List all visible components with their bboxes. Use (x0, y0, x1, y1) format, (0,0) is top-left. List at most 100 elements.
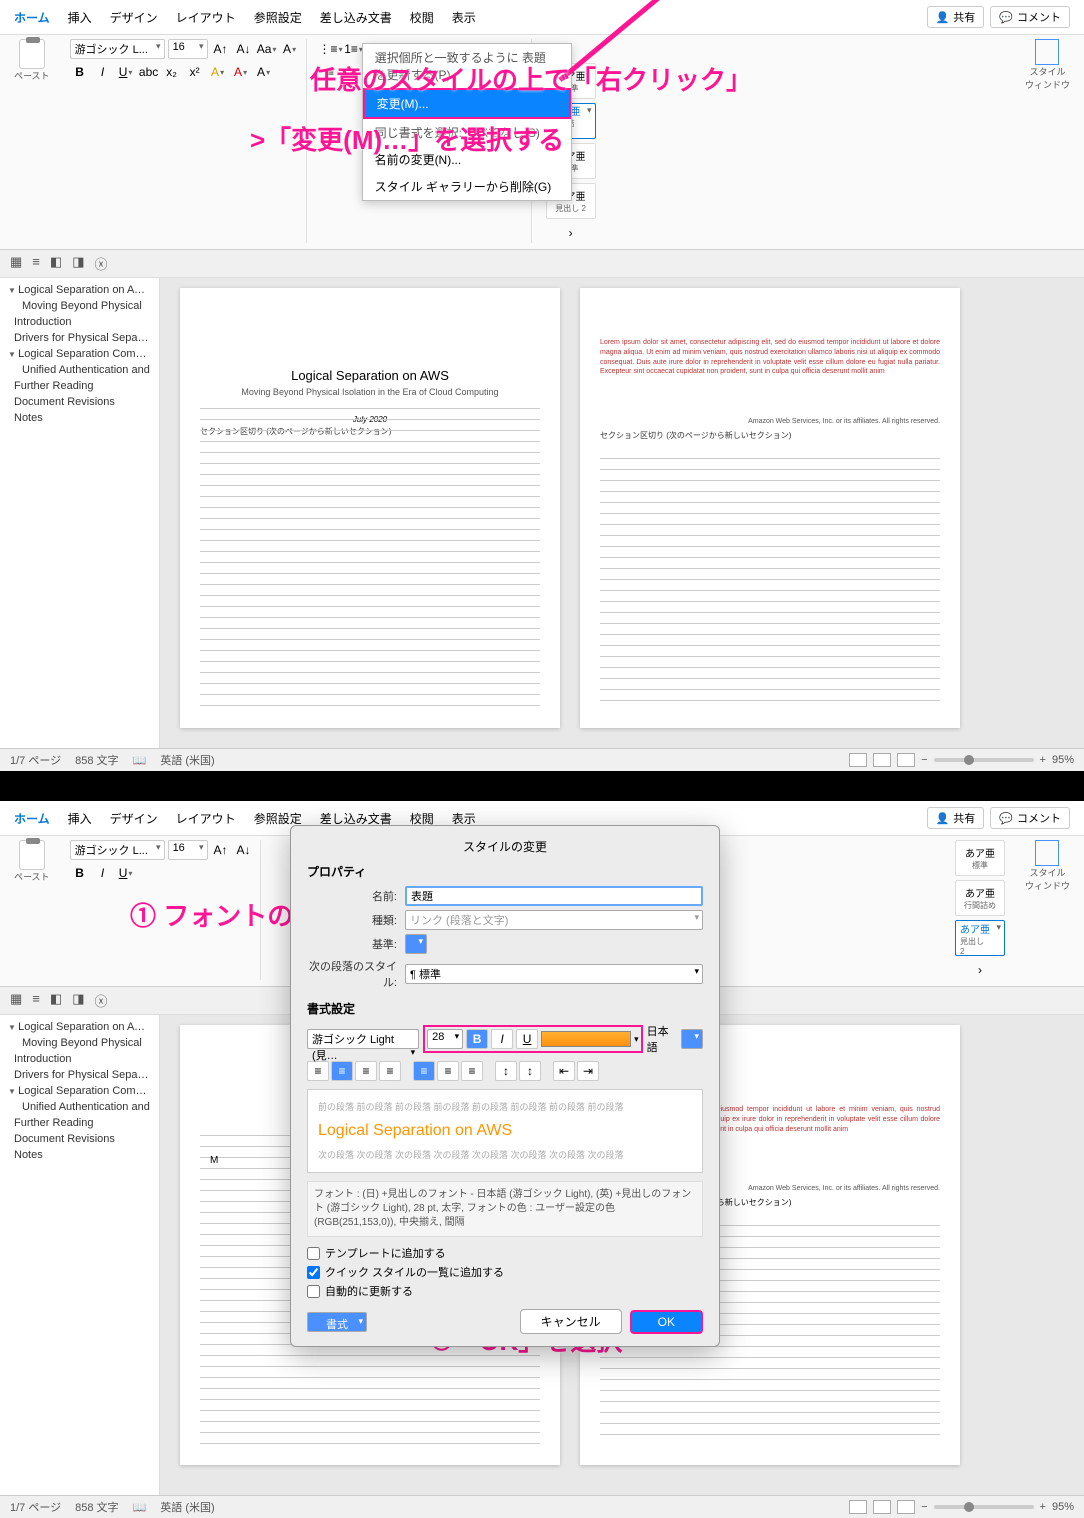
italic-button[interactable]: I (93, 863, 113, 883)
spellcheck-icon[interactable]: 📖 (133, 1501, 147, 1514)
dlg-color-select[interactable] (541, 1031, 631, 1047)
close-nav-icon[interactable]: ⓧ (94, 254, 107, 273)
dlg-bold-button[interactable]: B (466, 1029, 488, 1049)
italic-button[interactable]: I (93, 62, 113, 82)
next-select[interactable]: ¶ 標準 (405, 964, 703, 984)
strike-button[interactable]: abc (139, 62, 159, 82)
highlight-button[interactable]: A (208, 62, 228, 82)
thumbnail-icon[interactable]: ▦ (10, 254, 22, 273)
toc-item[interactable]: Further Reading (0, 378, 159, 394)
toc-item[interactable]: Unified Authentication and (0, 362, 159, 378)
language[interactable]: 英語 (米国) (160, 1499, 214, 1515)
word-count[interactable]: 858 文字 (75, 752, 118, 768)
ok-button[interactable]: OK (630, 1310, 703, 1334)
menu-review[interactable]: 校閲 (410, 9, 434, 26)
format-dropdown[interactable]: 書式 (307, 1312, 367, 1332)
menu-design[interactable]: デザイン (110, 9, 158, 26)
web-layout-icon[interactable] (897, 753, 915, 767)
toc-item[interactable]: Logical Separation on AWS (0, 1019, 159, 1035)
toc-item[interactable]: Drivers for Physical Separation (0, 330, 159, 346)
indent-dec[interactable]: ⇤ (553, 1061, 575, 1081)
toc-item[interactable]: Logical Separation Compared to (0, 1083, 159, 1099)
style-item[interactable]: あア亜見出し 2 (955, 920, 1005, 956)
font-select[interactable]: 游ゴシック L... (70, 840, 165, 860)
outline-icon[interactable]: ≡ (32, 991, 40, 1010)
toc-item[interactable]: Introduction (0, 314, 159, 330)
zoom-level[interactable]: 95% (1052, 754, 1074, 766)
share-button[interactable]: 👤共有 (927, 807, 985, 829)
zoom-in[interactable]: + (1040, 1501, 1046, 1513)
spacing-2[interactable]: ≡ (437, 1061, 459, 1081)
zoom-in[interactable]: + (1040, 754, 1046, 766)
superscript-button[interactable]: x² (185, 62, 205, 82)
word-count[interactable]: 858 文字 (75, 1499, 118, 1515)
dlg-font-select[interactable]: 游ゴシック Light (見… (307, 1029, 419, 1049)
menu-layout[interactable]: レイアウト (176, 810, 236, 827)
web-layout-icon[interactable] (897, 1500, 915, 1514)
clear-format-icon[interactable]: A (280, 39, 300, 59)
menu-view[interactable]: 表示 (452, 810, 476, 827)
dlg-underline-button[interactable]: U (516, 1029, 538, 1049)
share-button[interactable]: 👤共有 (927, 6, 985, 28)
toc-item[interactable]: Further Reading (0, 1115, 159, 1131)
toc-item[interactable]: Logical Separation Compared to (0, 346, 159, 362)
menu-view[interactable]: 表示 (452, 9, 476, 26)
style-pane-button[interactable]: スタイル ウィンドウ (1019, 39, 1076, 243)
nav-icon-3[interactable]: ◧ (50, 991, 62, 1010)
subscript-button[interactable]: x₂ (162, 62, 182, 82)
spacing-3[interactable]: ≡ (461, 1061, 483, 1081)
align-j[interactable]: ≡ (379, 1061, 401, 1081)
align-r[interactable]: ≡ (355, 1061, 377, 1081)
ctx-remove[interactable]: スタイル ギャラリーから削除(G) (363, 173, 571, 200)
change-case-icon[interactable]: Aa (257, 39, 277, 59)
name-input[interactable] (405, 886, 703, 906)
menu-mail[interactable]: 差し込み文書 (320, 810, 392, 827)
comment-button[interactable]: 💬コメント (990, 6, 1070, 28)
align-l[interactable]: ≡ (307, 1061, 329, 1081)
toc-item[interactable]: Logical Separation on AWS (0, 282, 159, 298)
menu-ref[interactable]: 参照設定 (254, 810, 302, 827)
menu-ref[interactable]: 参照設定 (254, 9, 302, 26)
paste-button[interactable]: ペースト (8, 39, 56, 243)
size-select[interactable]: 16 (168, 39, 208, 59)
outline-icon[interactable]: ≡ (32, 254, 40, 273)
size-select[interactable]: 16 (168, 840, 208, 860)
zoom-level[interactable]: 95% (1052, 1501, 1074, 1513)
grow-font-icon[interactable]: A↑ (211, 840, 231, 860)
numbering-button[interactable]: 1≡ (344, 39, 364, 59)
chk-auto[interactable]: 自動的に更新する (307, 1283, 703, 1299)
shrink-font-icon[interactable]: A↓ (234, 840, 254, 860)
menu-home[interactable]: ホーム (14, 810, 50, 827)
zoom-out[interactable]: − (921, 1501, 927, 1513)
menu-insert[interactable]: 挿入 (68, 9, 92, 26)
font-color-button[interactable]: A (231, 62, 251, 82)
indent-inc[interactable]: ⇥ (577, 1061, 599, 1081)
menu-insert[interactable]: 挿入 (68, 810, 92, 827)
menu-mail[interactable]: 差し込み文書 (320, 9, 392, 26)
spellcheck-icon[interactable]: 📖 (133, 754, 147, 767)
zoom-slider[interactable] (934, 758, 1034, 762)
nav-icon-3[interactable]: ◧ (50, 254, 62, 273)
focus-mode-icon[interactable] (849, 1500, 867, 1514)
style-item[interactable]: あア亜行間詰め (955, 880, 1005, 916)
toc-item[interactable]: Moving Beyond Physical (0, 298, 159, 314)
base-select[interactable] (405, 934, 427, 954)
toc-item[interactable]: Notes (0, 1147, 159, 1163)
menu-design[interactable]: デザイン (110, 810, 158, 827)
toc-item[interactable]: Document Revisions (0, 1131, 159, 1147)
menu-home[interactable]: ホーム (14, 9, 50, 26)
space-before[interactable]: ↕ (495, 1061, 517, 1081)
chk-quick[interactable]: クイック スタイルの一覧に追加する (307, 1264, 703, 1280)
toc-item[interactable]: Introduction (0, 1051, 159, 1067)
bullets-button[interactable]: ⋮≡ (321, 39, 341, 59)
zoom-out[interactable]: − (921, 754, 927, 766)
paste-button[interactable]: ペースト (8, 840, 56, 980)
dlg-size-select[interactable]: 28 (427, 1029, 463, 1049)
zoom-slider[interactable] (934, 1505, 1034, 1509)
print-layout-icon[interactable] (873, 1500, 891, 1514)
thumbnail-icon[interactable]: ▦ (10, 991, 22, 1010)
document-pages[interactable]: Logical Separation on AWS Moving Beyond … (160, 278, 1084, 748)
toc-item[interactable]: Drivers for Physical Separation (0, 1067, 159, 1083)
style-item[interactable]: あア亜標準 (955, 840, 1005, 876)
menu-review[interactable]: 校閲 (410, 810, 434, 827)
